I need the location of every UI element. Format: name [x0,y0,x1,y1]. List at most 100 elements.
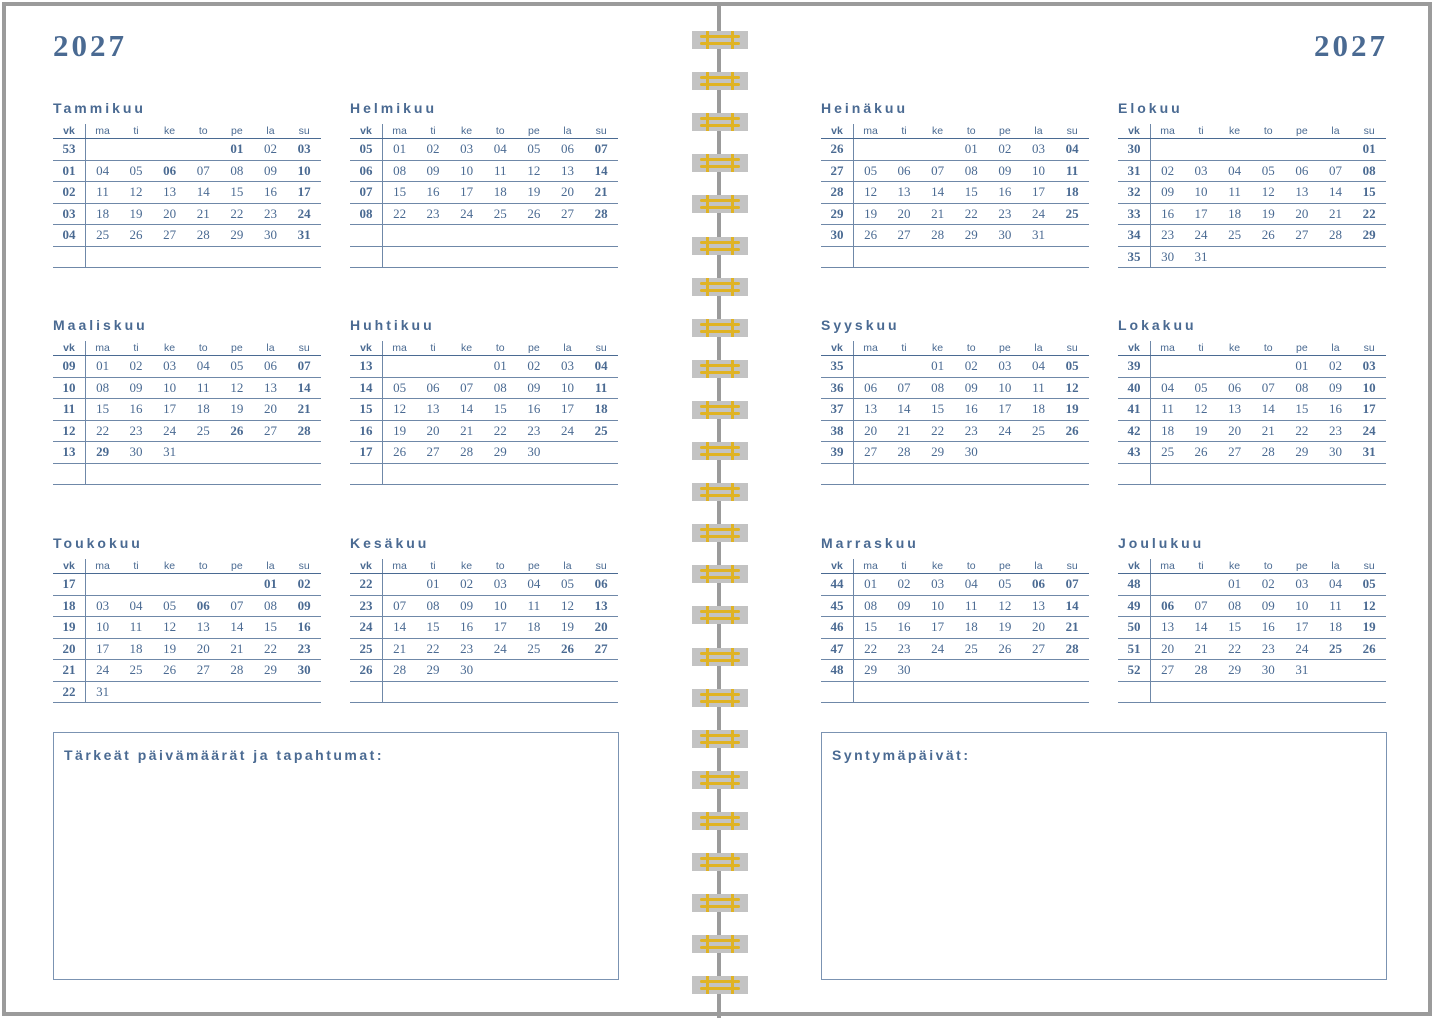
day-cell[interactable]: 23 [449,638,484,660]
day-cell[interactable]: 10 [920,595,955,617]
day-cell[interactable]: 03 [1184,160,1218,182]
day-cell[interactable]: 22 [853,638,888,660]
day-cell[interactable]: 22 [483,420,518,442]
day-cell[interactable]: 29 [85,441,120,464]
day-cell[interactable]: 25 [483,203,518,225]
day-cell[interactable]: 23 [1251,638,1286,660]
day-cell[interactable]: 22 [920,420,955,442]
day-cell[interactable]: 19 [1251,203,1286,225]
day-cell[interactable]: 27 [1285,224,1319,247]
day-cell[interactable]: 08 [1217,595,1252,617]
day-cell[interactable]: 29 [1285,441,1319,464]
day-cell[interactable]: 21 [220,638,254,660]
day-cell[interactable]: 12 [1055,377,1089,399]
day-cell[interactable]: 12 [517,160,551,182]
day-cell[interactable]: 17 [1352,398,1386,421]
day-cell[interactable]: 02 [449,573,484,596]
day-cell[interactable]: 23 [416,203,450,225]
day-cell[interactable]: 30 [1318,441,1353,464]
day-cell[interactable]: 06 [1021,573,1056,596]
day-cell[interactable]: 22 [220,203,254,225]
day-cell[interactable]: 04 [1150,377,1185,399]
day-cell[interactable]: 10 [152,377,187,399]
day-cell[interactable]: 27 [416,441,450,464]
day-cell[interactable]: 16 [449,616,484,639]
day-cell[interactable]: 15 [483,398,518,421]
day-cell[interactable]: 22 [1217,638,1252,660]
day-cell[interactable]: 24 [1021,203,1056,225]
day-cell[interactable]: 01 [1217,573,1252,596]
day-cell[interactable]: 09 [1150,181,1185,204]
day-cell[interactable]: 03 [449,138,484,161]
day-cell[interactable]: 31 [85,681,120,703]
day-cell[interactable]: 17 [152,398,187,421]
day-cell[interactable]: 28 [1251,441,1286,464]
day-cell[interactable]: 09 [887,595,921,617]
day-cell[interactable]: 30 [517,441,551,464]
day-cell[interactable]: 25 [85,224,120,247]
day-cell[interactable]: 03 [550,355,585,378]
day-cell[interactable]: 30 [1251,659,1286,682]
day-cell[interactable]: 19 [119,203,153,225]
day-cell[interactable]: 02 [1150,160,1185,182]
day-cell[interactable]: 28 [186,224,221,247]
day-cell[interactable]: 08 [253,595,288,617]
day-cell[interactable]: 30 [887,659,921,682]
day-cell[interactable]: 09 [517,377,551,399]
day-cell[interactable]: 23 [119,420,153,442]
day-cell[interactable]: 11 [1021,377,1056,399]
day-cell[interactable]: 11 [954,595,989,617]
day-cell[interactable]: 31 [287,224,321,247]
day-cell[interactable]: 15 [1217,616,1252,639]
day-cell[interactable]: 18 [186,398,221,421]
day-cell[interactable]: 27 [853,441,888,464]
day-cell[interactable]: 29 [954,224,989,247]
day-cell[interactable]: 08 [85,377,120,399]
day-cell[interactable]: 27 [1021,638,1056,660]
day-cell[interactable]: 26 [988,638,1022,660]
day-cell[interactable]: 08 [483,377,518,399]
day-cell[interactable]: 07 [1184,595,1218,617]
day-cell[interactable]: 17 [1285,616,1319,639]
day-cell[interactable]: 21 [287,398,321,421]
day-cell[interactable]: 11 [119,616,153,639]
day-cell[interactable]: 10 [1285,595,1319,617]
day-cell[interactable]: 02 [1251,573,1286,596]
day-cell[interactable]: 14 [382,616,417,639]
day-cell[interactable]: 13 [186,616,221,639]
day-cell[interactable]: 17 [988,398,1022,421]
day-cell[interactable]: 17 [1021,181,1056,204]
day-cell[interactable]: 08 [853,595,888,617]
day-cell[interactable]: 22 [253,638,288,660]
day-cell[interactable]: 09 [1251,595,1286,617]
day-cell[interactable]: 13 [1150,616,1185,639]
day-cell[interactable]: 11 [85,181,120,204]
day-cell[interactable]: 04 [1318,573,1353,596]
day-cell[interactable]: 24 [85,659,120,682]
day-cell[interactable]: 24 [152,420,187,442]
day-cell[interactable]: 04 [1217,160,1252,182]
day-cell[interactable]: 15 [220,181,254,204]
day-cell[interactable]: 05 [1184,377,1218,399]
day-cell[interactable]: 26 [1251,224,1286,247]
day-cell[interactable]: 15 [253,616,288,639]
day-cell[interactable]: 28 [220,659,254,682]
day-cell[interactable]: 19 [988,616,1022,639]
day-cell[interactable]: 08 [416,595,450,617]
day-cell[interactable]: 25 [1318,638,1353,660]
day-cell[interactable]: 20 [416,420,450,442]
day-cell[interactable]: 07 [584,138,618,161]
day-cell[interactable]: 07 [887,377,921,399]
day-cell[interactable]: 14 [186,181,221,204]
day-cell[interactable]: 04 [1055,138,1089,161]
day-cell[interactable]: 18 [1217,203,1252,225]
day-cell[interactable]: 05 [1251,160,1286,182]
day-cell[interactable]: 29 [220,224,254,247]
day-cell[interactable]: 24 [550,420,585,442]
day-cell[interactable]: 11 [1318,595,1353,617]
day-cell[interactable]: 02 [253,138,288,161]
day-cell[interactable]: 09 [449,595,484,617]
day-cell[interactable]: 08 [954,160,989,182]
day-cell[interactable]: 17 [920,616,955,639]
day-cell[interactable]: 07 [220,595,254,617]
